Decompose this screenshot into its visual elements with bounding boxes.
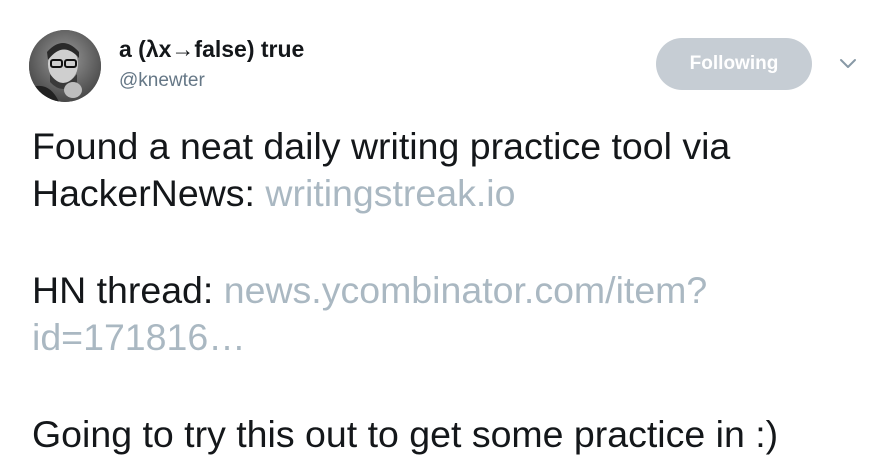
tweet-line-3: HN thread: news.ycombinator.com/item?	[32, 267, 872, 314]
tweet-line-2: HackerNews: writingstreak.io	[32, 170, 872, 217]
hn-thread-link-continued[interactable]: id=171816…	[32, 316, 246, 358]
following-button[interactable]: Following	[656, 38, 812, 90]
tweet-line-2-text: HackerNews:	[32, 172, 266, 214]
tweet-spacer	[32, 217, 872, 267]
tweet-line-5: Going to try this out to get some practi…	[32, 413, 779, 455]
hn-thread-link[interactable]: news.ycombinator.com/item?	[224, 269, 708, 311]
tweet-spacer	[32, 361, 872, 411]
author-handle[interactable]: @knewter	[119, 70, 205, 92]
tweet-card: a (λx→false) true @knewter Following Fou…	[0, 0, 880, 462]
writingstreak-link[interactable]: writingstreak.io	[265, 172, 515, 214]
tweet-text: Found a neat daily writing practice tool…	[32, 123, 872, 458]
avatar[interactable]	[29, 30, 101, 102]
tweet-line-1: Found a neat daily writing practice tool…	[32, 125, 731, 167]
chevron-down-icon[interactable]	[836, 54, 860, 74]
tweet-line-4: id=171816…	[32, 314, 872, 361]
tweet-line-3-text: HN thread:	[32, 269, 224, 311]
author-display-name[interactable]: a (λx→false) true	[119, 36, 304, 63]
